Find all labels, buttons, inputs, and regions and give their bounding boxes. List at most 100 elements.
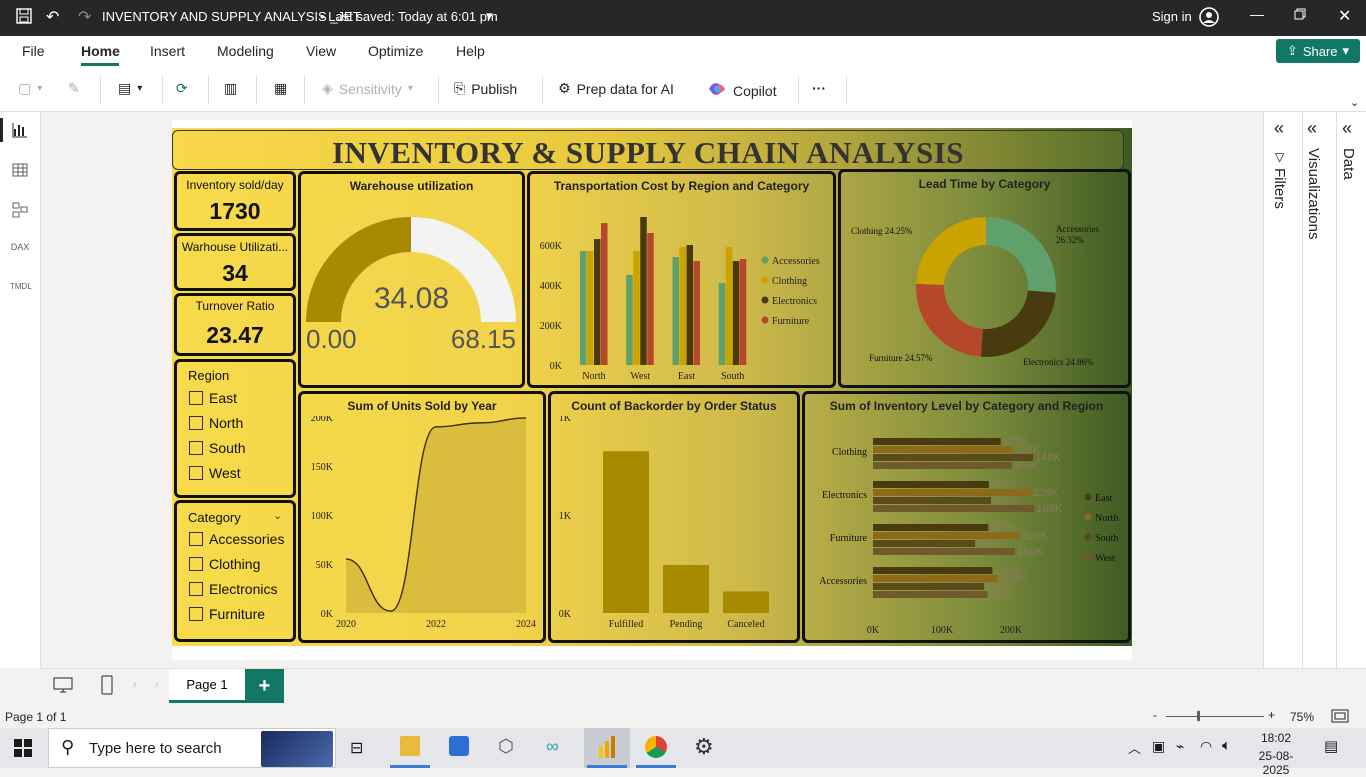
collapse-visualizations-icon[interactable]: « [1307,118,1317,139]
tab-insert[interactable]: Insert [150,43,185,59]
zoom-out-icon[interactable]: - [1153,708,1157,722]
table-view-icon[interactable] [10,162,30,182]
clock-date[interactable]: 25-08-2025 [1246,749,1306,777]
desktop-view-icon[interactable] [53,677,73,698]
tab-modeling[interactable]: Modeling [217,43,274,59]
title-dropdown-icon[interactable]: ▾ [486,8,493,24]
prev-page-icon[interactable]: ‹ [133,679,137,691]
chevron-down-icon[interactable]: ⌄ [273,509,282,522]
tab-help[interactable]: Help [456,43,485,59]
slicer-item-electronics[interactable]: Electronics [189,581,277,597]
minimize-icon[interactable]: — [1250,6,1264,22]
paste-button[interactable]: ▢ ▾ [18,80,42,97]
slicer-item-east[interactable]: East [189,390,237,406]
share-button[interactable]: ⇪ Share ▾ [1276,39,1360,63]
checkbox[interactable] [189,582,203,596]
infinity-icon[interactable]: ∞ [546,736,559,757]
backorder-bar-chart[interactable]: Count of Backorder by Order Status 0K 1K 1… [548,391,800,643]
slicer-item-north[interactable]: North [189,415,243,431]
fit-to-page-icon[interactable] [1331,709,1349,726]
tab-view[interactable]: View [306,43,336,59]
checkbox[interactable] [189,416,203,430]
collapse-data-icon[interactable]: « [1342,118,1352,139]
powerbi-icon[interactable] [597,736,617,758]
tmdl-view-icon[interactable]: TMDL [10,282,32,302]
bar-fulfilled [603,451,649,613]
checkbox[interactable] [189,466,203,480]
checkbox[interactable] [189,391,203,405]
kpi-card-turnover-ratio[interactable]: Turnover Ratio 23.47 [174,293,296,356]
settings-gear-icon[interactable]: ⚙ [694,734,714,760]
account-icon[interactable] [1199,7,1219,30]
collapse-ribbon-icon[interactable]: ⌄ [1350,96,1359,109]
checkbox[interactable] [189,607,203,621]
collapse-filters-icon[interactable]: « [1274,118,1284,139]
dax-query-icon[interactable]: DAX [10,242,30,262]
undo-icon[interactable]: ↶ [46,7,59,27]
zoom-slider[interactable] [1166,716,1264,717]
add-page-button[interactable]: + [245,669,284,703]
data-pane-tab[interactable]: Data [1340,148,1357,180]
y-tick-label: 200K [311,416,334,424]
transportation-cost-chart[interactable]: Transportation Cost by Region and Catego… [527,171,836,388]
task-view-icon[interactable]: ⊟ [350,738,363,758]
speaker-icon[interactable]: 🔈︎ [1222,737,1231,754]
get-data-button[interactable]: ▤ ▾ [118,80,142,97]
sensitivity-button[interactable]: ◈ Sensitivity ▾ [322,80,413,97]
inventory-level-bar-chart[interactable]: Sum of Inventory Level by Category and R… [802,391,1131,643]
warehouse-utilization-gauge[interactable]: Warehouse utilization 34.08 0.00 68.15 [298,171,525,388]
chevron-up-icon[interactable]: ︿ [1128,738,1141,757]
slicer-item-south[interactable]: South [189,440,246,456]
prep-data-button[interactable]: ⚙ Prep data for AI [558,80,674,97]
legend-marker [761,296,769,304]
more-options-button[interactable]: ··· [812,80,826,96]
chrome-icon[interactable] [645,736,667,758]
save-icon[interactable] [16,8,32,27]
zoom-slider-thumb[interactable] [1197,711,1200,721]
checkbox[interactable] [189,532,203,546]
meet-now-icon[interactable]: ▣ [1152,738,1165,755]
visualizations-pane-tab[interactable]: Visualizations [1305,148,1322,239]
tab-optimize[interactable]: Optimize [368,43,423,59]
notifications-icon[interactable]: ▤ [1324,737,1338,755]
publish-button[interactable]: ⎘ Publish [454,80,517,97]
checkbox[interactable] [189,441,203,455]
slicer-item-furniture[interactable]: Furniture [189,606,265,622]
dropbox-icon[interactable]: ⬡ [498,736,514,757]
calculator-button[interactable]: ▦ [274,80,287,97]
lead-time-donut-chart[interactable]: Lead Time by Category Accessories 26.32% E… [838,169,1131,388]
clock-time[interactable]: 18:02 [1246,731,1306,745]
units-sold-area-chart[interactable]: Sum of Units Sold by Year 0K 50K 100K 150K 2… [298,391,546,643]
copilot-button[interactable]: Copilot [707,80,777,101]
close-icon[interactable]: ✕ [1338,6,1351,26]
file-explorer-icon[interactable] [400,736,420,756]
windows-start-icon[interactable] [14,739,32,761]
signin-link[interactable]: Sign in [1152,9,1192,24]
page-tab-1[interactable]: Page 1 [169,669,245,703]
checkbox[interactable] [189,557,203,571]
next-page-icon[interactable]: › [155,679,159,691]
bar-west-accessories [873,591,988,598]
taskbar-search-box[interactable]: ⚲ Type here to search [48,728,336,768]
report-view-icon[interactable] [10,122,30,142]
refresh-button[interactable]: ⟳ [176,80,188,97]
kpi-card-inventory-sold[interactable]: Inventory sold/day 1730 [174,171,296,231]
slicer-item-clothing[interactable]: Clothing [189,556,260,572]
battery-icon[interactable]: ⌁ [1176,738,1184,755]
divider [100,76,101,104]
tab-file[interactable]: File [22,43,45,59]
wifi-icon[interactable]: ◠ [1200,738,1212,755]
filters-pane-tab[interactable]: Filters [1271,168,1288,209]
new-visual-button[interactable]: ▥ [224,80,237,97]
maximize-icon[interactable] [1294,8,1306,23]
mobile-view-icon[interactable] [101,675,113,700]
kpi-card-warehouse-utilization[interactable]: Warhouse Utilizati... 34 [174,233,296,291]
slicer-item-west[interactable]: West [189,465,241,481]
format-painter-button[interactable]: ✎ [68,80,80,97]
redo-icon[interactable]: ↷ [78,7,91,27]
store-icon[interactable] [449,736,469,756]
slicer-item-accessories[interactable]: Accessories [189,531,284,547]
tab-home[interactable]: Home [81,43,120,59]
zoom-in-icon[interactable]: + [1268,708,1275,722]
model-view-icon[interactable] [10,202,30,222]
